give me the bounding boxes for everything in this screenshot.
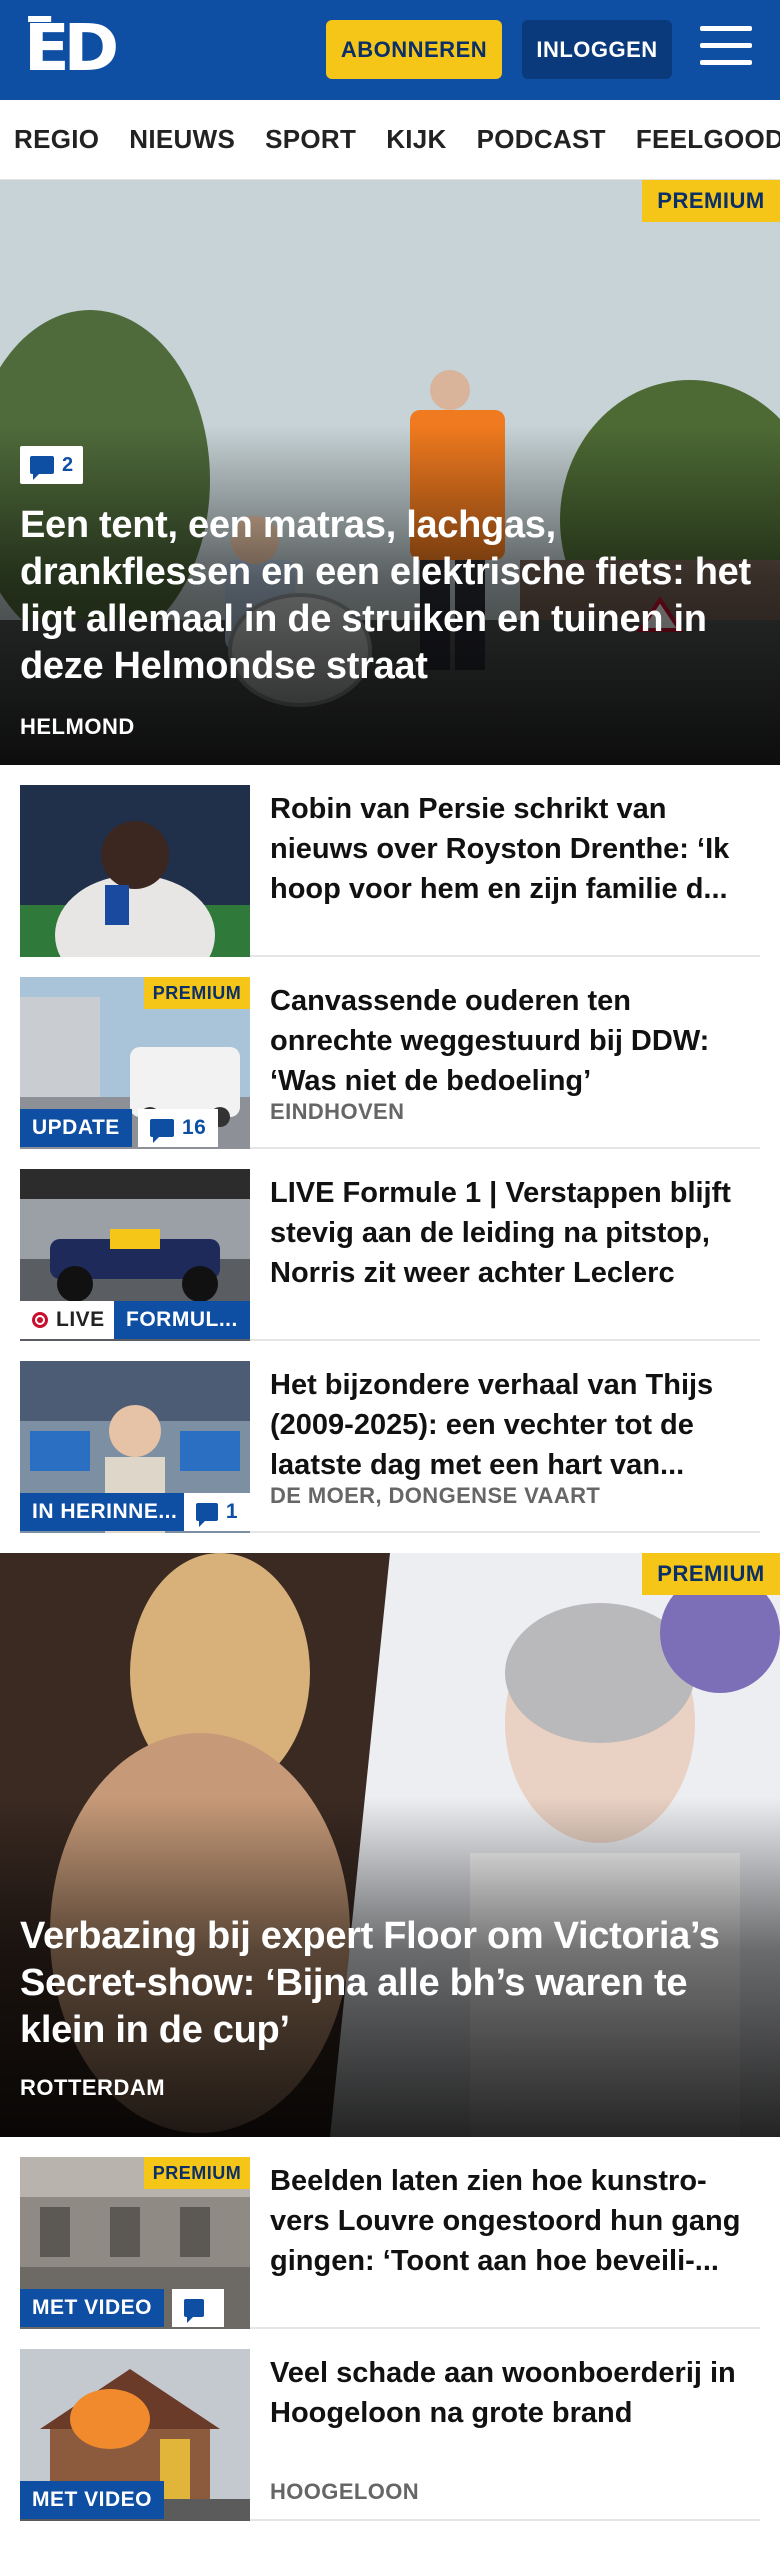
- comment-count-badge[interactable]: 1: [184, 1493, 250, 1531]
- article-title[interactable]: Het bijzondere verhaal van Thijs (2009-2…: [270, 1365, 760, 1485]
- comment-icon: [30, 456, 54, 480]
- list-item[interactable]: MET VIDEO Veel schade aan woonboerderij …: [20, 2329, 760, 2521]
- ed-logo[interactable]: ED: [24, 16, 119, 81]
- section-nav: REGIO NIEUWS SPORT KIJK PODCAST FEELGOOD: [0, 100, 780, 180]
- hero-article-2[interactable]: PREMIUM Verbazing bij expert Floor om Vi…: [0, 1553, 780, 2137]
- comment-count: 16: [182, 1116, 207, 1139]
- hero-location: ROTTERDAM: [20, 2075, 166, 2100]
- comment-icon-badge[interactable]: [172, 2289, 224, 2327]
- premium-badge: PREMIUM: [144, 977, 250, 1009]
- live-label: LIVE: [56, 1308, 105, 1331]
- update-tag: UPDATE: [20, 1109, 132, 1147]
- hero-title[interactable]: Een tent, een matras, lachgas, drankfles…: [20, 502, 760, 690]
- comment-count-badge[interactable]: 16: [138, 1109, 219, 1147]
- hamburger-menu-icon[interactable]: [700, 26, 752, 72]
- nav-item-podcast[interactable]: PODCAST: [477, 124, 606, 155]
- nav-item-sport[interactable]: SPORT: [265, 124, 356, 155]
- article-title[interactable]: Robin van Persie schrikt van nieuws over…: [270, 789, 760, 909]
- login-button[interactable]: INLOGGEN: [522, 20, 672, 79]
- category-tag: FORMUL...: [114, 1301, 250, 1339]
- premium-badge: PREMIUM: [642, 1553, 780, 1595]
- top-header: ED ABONNEREN INLOGGEN: [0, 0, 780, 100]
- list-item[interactable]: LIVE FORMUL... LIVE Formule 1 | Verstapp…: [20, 1149, 760, 1341]
- premium-badge: PREMIUM: [144, 2157, 250, 2189]
- hero-location: HELMOND: [20, 714, 135, 739]
- live-tag: LIVE: [20, 1301, 117, 1339]
- nav-item-regio[interactable]: REGIO: [14, 124, 99, 155]
- nav-item-nieuws[interactable]: NIEUWS: [129, 124, 235, 155]
- comment-count-badge[interactable]: 2: [20, 446, 84, 484]
- list-item[interactable]: PREMIUM MET VIDEO Beelden laten zien hoe…: [20, 2137, 760, 2329]
- nav-item-feelgood[interactable]: FEELGOOD: [636, 124, 780, 155]
- comment-count: 2: [62, 453, 74, 476]
- premium-badge: PREMIUM: [642, 180, 780, 222]
- comment-icon: [196, 1503, 218, 1527]
- list-item[interactable]: Robin van Persie schrikt van nieuws over…: [20, 765, 760, 957]
- list-item[interactable]: IN HERINNE... 1 Het bijzondere verhaal v…: [20, 1341, 760, 1533]
- comment-icon: [150, 1119, 174, 1143]
- subscribe-button[interactable]: ABONNEREN: [326, 20, 502, 79]
- article-title[interactable]: Veel schade aan woonboerderij in Hoogelo…: [270, 2353, 760, 2433]
- comment-count: 1: [225, 1500, 238, 1523]
- video-tag: MET VIDEO: [20, 2481, 165, 2519]
- article-title[interactable]: Canvassende ouderen ten onrechte weggest…: [270, 981, 760, 1101]
- list-item[interactable]: PREMIUM UPDATE 16 Canvassende ouderen te…: [20, 957, 760, 1149]
- live-dot-icon: [32, 1312, 48, 1328]
- hero-title[interactable]: Verbazing bij expert Floor om Victoria’s…: [20, 1913, 760, 2054]
- hero-article-1[interactable]: PREMIUM 2 Een tent, een matras, lachgas,…: [0, 180, 780, 765]
- article-location: EINDHOVEN: [270, 1099, 405, 1124]
- article-thumbnail: [20, 785, 250, 957]
- article-title[interactable]: LIVE Formule 1 | Verstappen blijft stevi…: [270, 1173, 760, 1293]
- in-memoriam-tag: IN HERINNE...: [20, 1493, 184, 1531]
- article-title[interactable]: Beelden laten zien hoe kunstro-vers Louv…: [270, 2161, 760, 2281]
- article-location: DE MOER, DONGENSE VAART: [270, 1483, 601, 1508]
- comment-icon: [184, 2299, 204, 2323]
- nav-item-kijk[interactable]: KIJK: [386, 124, 446, 155]
- article-location: HOOGELOON: [270, 2479, 420, 2504]
- video-tag: MET VIDEO: [20, 2289, 165, 2327]
